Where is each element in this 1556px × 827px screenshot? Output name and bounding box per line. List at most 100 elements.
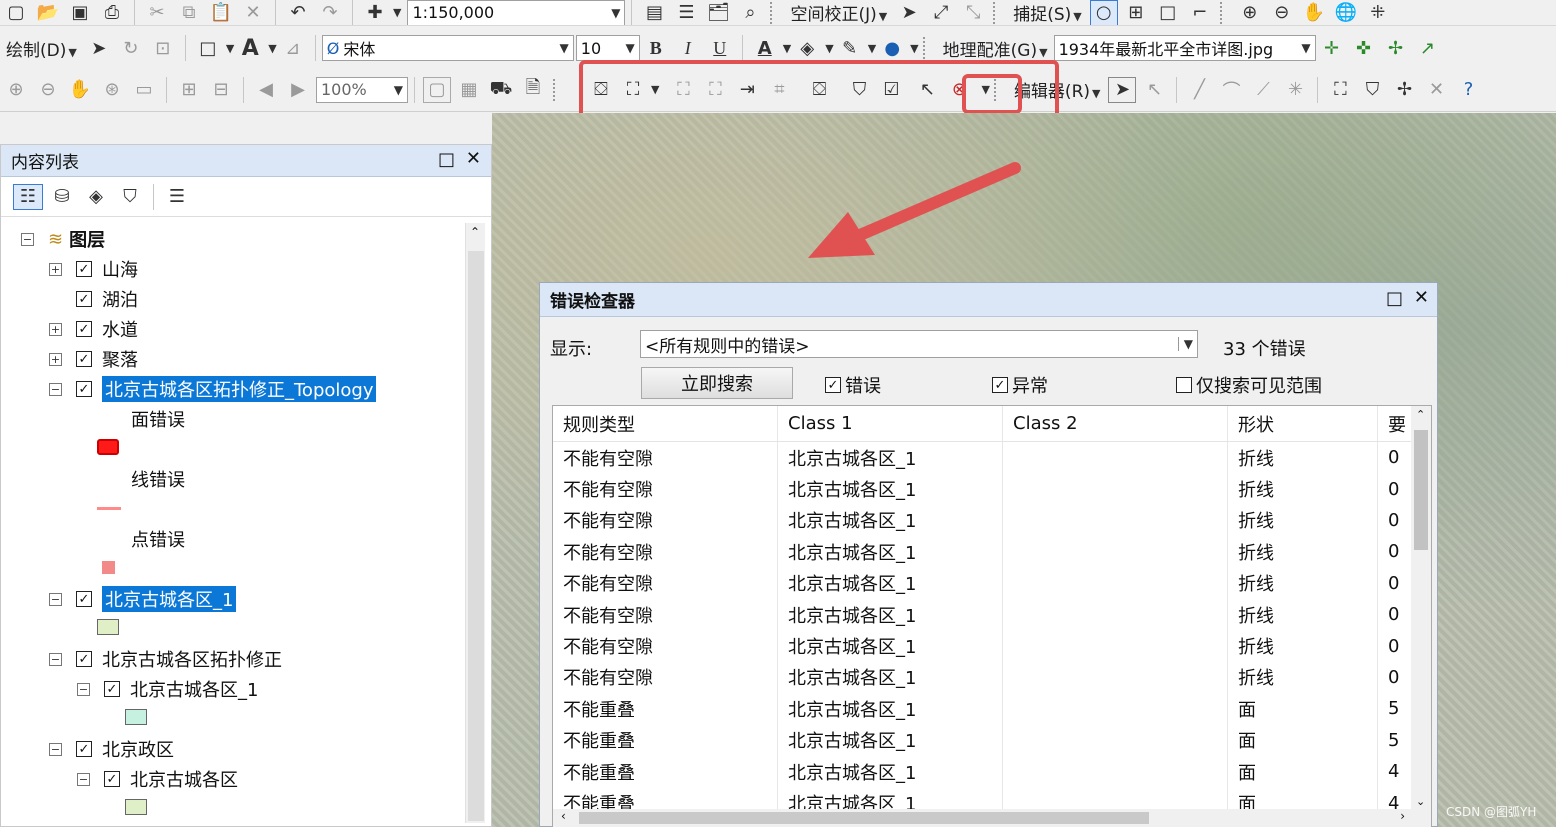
print-icon[interactable]: ⎙ — [98, 0, 126, 25]
layer-item-shanhai[interactable]: + ✓ 山海 — [49, 255, 138, 283]
column-header-rule-type[interactable]: 规则类型 — [553, 406, 778, 441]
zoom-out-icon[interactable]: ⊖ — [1268, 0, 1296, 25]
layer-checkbox[interactable]: ✓ — [76, 741, 92, 757]
layout-pan-icon[interactable]: ✋ — [66, 77, 94, 103]
marker-color-icon[interactable]: ● — [878, 35, 906, 61]
table-horizontal-scrollbar[interactable]: ‹ › — [553, 809, 1431, 827]
collapse-icon[interactable]: − — [49, 382, 62, 396]
zoom-percent-combo[interactable]: 100% ▼ — [316, 76, 408, 103]
layer-item-topology[interactable]: − ✓ 北京古城各区拓扑修正_Topology — [49, 375, 377, 403]
table-of-contents-icon[interactable]: ☰ — [672, 0, 700, 25]
reshape-feature-icon[interactable]: ⛉ — [1358, 77, 1386, 103]
layer-item-topology-dataset[interactable]: − ✓ 北京古城各区拓扑修正 — [49, 645, 282, 673]
layer-item-districts-1-sub[interactable]: − ✓ 北京古城各区_1 — [77, 675, 258, 703]
line-color-icon[interactable]: ✎ — [836, 35, 864, 61]
edit-vertices-icon[interactable]: ⊿ — [279, 35, 307, 61]
table-row[interactable]: 不能有空隙 北京古城各区_1 折线 0 — [553, 567, 1413, 599]
list-by-visibility-icon[interactable]: ◈ — [81, 184, 111, 210]
font-color-icon[interactable]: A — [751, 35, 779, 61]
show-rule-select[interactable]: <所有规则中的错误> ▼ — [640, 330, 1198, 358]
select-elements-icon[interactable]: ➤ — [85, 35, 113, 61]
layer-checkbox[interactable]: ✓ — [104, 681, 120, 697]
layer-checkbox[interactable]: ✓ — [76, 351, 92, 367]
table-row[interactable]: 不能有空隙 北京古城各区_1 折线 0 — [553, 599, 1413, 631]
snapping-menu[interactable]: 捕捉(S) ▼ — [1013, 0, 1082, 25]
edit-vertices-icon[interactable]: ⛶ — [1326, 77, 1354, 103]
table-row[interactable]: 不能有空隙 北京古城各区_1 折线 0 — [553, 661, 1413, 694]
split-tool-icon[interactable]: ✕ — [1422, 77, 1450, 103]
expand-icon[interactable]: + — [49, 322, 62, 336]
edit-tool-icon[interactable]: ➤ — [1108, 76, 1137, 103]
chevron-down-icon[interactable]: ▼ — [611, 6, 620, 20]
chevron-down-icon[interactable]: ▼ — [394, 83, 403, 97]
chevron-down-icon[interactable]: ▼ — [560, 41, 569, 55]
map-scale-combo[interactable]: 1:150,000 ▼ — [407, 0, 626, 25]
font-combo[interactable]: Ø 宋体 ▼ — [321, 35, 574, 61]
errors-checkbox-row[interactable]: ✓ 错误 — [825, 372, 881, 398]
undo-icon[interactable]: ↶ — [284, 0, 312, 25]
toolbar-grip[interactable] — [922, 37, 933, 59]
zoom-in-icon[interactable]: ⊕ — [1236, 0, 1264, 25]
column-header-class2[interactable]: Class 2 — [1003, 406, 1228, 441]
layer-checkbox[interactable]: ✓ — [76, 291, 92, 307]
layout-zoom-out-icon[interactable]: ⊖ — [34, 77, 62, 103]
column-header-class1[interactable]: Class 1 — [778, 406, 1003, 441]
exceptions-checkbox-row[interactable]: ✓ 异常 — [992, 372, 1048, 398]
layer-checkbox[interactable]: ✓ — [104, 771, 120, 787]
layer-item-settlements[interactable]: + ✓ 聚落 — [49, 345, 138, 373]
delete-icon[interactable]: ✕ — [239, 0, 267, 25]
raster-layer-combo[interactable]: 1934年最新北平全市详图.jpg ▼ — [1053, 35, 1316, 61]
new-displacement-link-icon[interactable]: ⤢ — [927, 0, 955, 25]
maximize-icon[interactable]: □ — [1386, 288, 1403, 309]
vertex-snapping-icon[interactable]: □ — [1154, 0, 1182, 25]
exceptions-checkbox[interactable]: ✓ — [992, 377, 1008, 393]
visible-extent-checkbox[interactable] — [1176, 377, 1192, 393]
toolbar-grip[interactable] — [770, 1, 780, 24]
toolbar-grip[interactable] — [553, 78, 563, 101]
rotate-raster-icon[interactable]: ↗ — [1414, 35, 1442, 61]
layer-item-waterways[interactable]: + ✓ 水道 — [49, 315, 138, 343]
catalog-icon[interactable]: 🗂 — [704, 0, 732, 25]
table-row[interactable]: 不能有空隙 北京古城各区_1 折线 0 — [553, 442, 1413, 474]
underline-button[interactable]: U — [706, 35, 734, 61]
layer-item-districts-1[interactable]: − ✓ 北京古城各区_1 — [49, 585, 237, 613]
edge-snapping-icon[interactable]: ⌐ — [1186, 0, 1214, 25]
list-by-selection-icon[interactable]: ⛉ — [115, 184, 145, 210]
new-document-icon[interactable]: ▢ — [2, 0, 30, 25]
list-by-drawing-order-icon[interactable]: ☷ — [13, 183, 43, 210]
maximize-icon[interactable]: □ — [438, 149, 455, 170]
edit-annotation-icon[interactable]: ↖ — [1140, 77, 1168, 103]
toggle-draft-mode-icon[interactable]: ▢ — [423, 76, 451, 103]
table-row[interactable]: 不能重叠 北京古城各区_1 面 5 — [553, 724, 1413, 756]
column-header-feature[interactable]: 要 — [1378, 406, 1413, 441]
rectangle-icon[interactable]: □ — [194, 35, 222, 61]
auto-adjust-icon[interactable]: ✢ — [1382, 35, 1410, 61]
point-snapping-icon[interactable]: ○ — [1089, 0, 1118, 25]
search-window-icon[interactable]: ⌕ — [736, 0, 764, 25]
chevron-down-icon[interactable]: ▼ — [1301, 41, 1310, 55]
table-vertical-scrollbar[interactable]: ⌃ ⌄ — [1411, 406, 1431, 810]
expand-icon[interactable]: + — [49, 262, 62, 276]
list-by-source-icon[interactable]: ⛁ — [47, 184, 77, 210]
drawing-menu[interactable]: 绘制(D) ▼ — [6, 36, 77, 61]
toolbar-grip[interactable] — [1219, 1, 1230, 24]
layer-checkbox[interactable]: ✓ — [76, 591, 92, 607]
previous-extent-icon[interactable]: ◀ — [252, 77, 280, 103]
zoom-whole-page-icon[interactable]: ⊡ — [149, 35, 177, 61]
data-driven-pages-icon[interactable]: 🗎 — [519, 77, 547, 103]
layer-item-districts[interactable]: − ✓ 北京古城各区 — [77, 765, 238, 793]
chevron-down-icon[interactable]: ▼ — [1177, 337, 1193, 351]
expand-icon[interactable]: + — [49, 352, 62, 366]
table-row[interactable]: 不能有空隙 北京古城各区_1 折线 0 — [553, 473, 1413, 505]
cut-polygons-icon[interactable]: ✢ — [1390, 77, 1418, 103]
close-icon[interactable]: ✕ — [1414, 287, 1429, 308]
zoom-100-icon[interactable]: ▭ — [130, 77, 158, 103]
link-table-icon[interactable]: ✜ — [1350, 35, 1378, 61]
zoom-whole-page-icon[interactable]: ⊛ — [98, 77, 126, 103]
table-row[interactable]: 不能有空隙 北京古城各区_1 折线 0 — [553, 504, 1413, 537]
fixed-zoom-icon[interactable]: ⁜ — [1364, 0, 1392, 25]
chevron-down-icon[interactable]: ▼ — [393, 6, 401, 19]
point-icon[interactable]: ✳ — [1281, 77, 1309, 103]
italic-button[interactable]: I — [674, 35, 702, 61]
focus-data-frame-icon[interactable]: ▦ — [455, 77, 483, 103]
